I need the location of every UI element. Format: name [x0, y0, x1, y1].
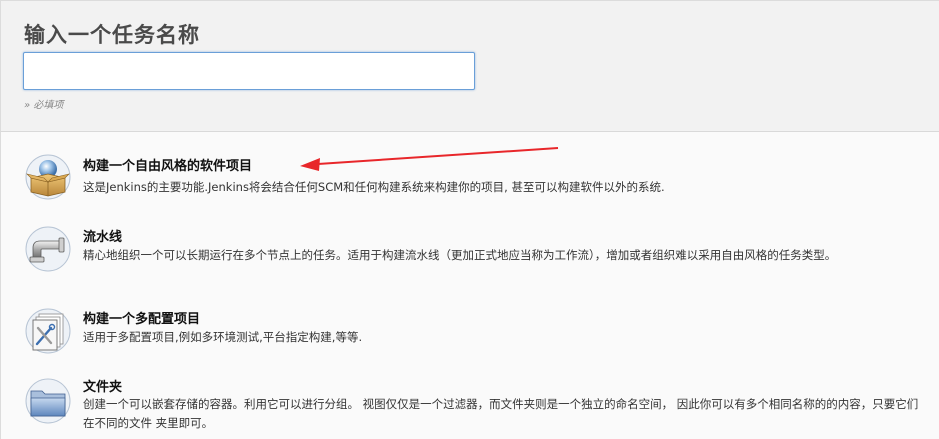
job-type-label: 流水线 — [83, 230, 123, 245]
job-type-multi-configuration[interactable]: 构建一个多配置项目 适用于多配置项目,例如多环境测试,平台指定构建,等等. — [1, 300, 939, 358]
job-type-description: 创建一个可以嵌套存储的容器。利用它可以进行分组。 视图仅仅是一个过滤器，而文件夹… — [83, 397, 919, 430]
job-type-freestyle[interactable]: 构建一个自由风格的软件项目 这是Jenkins的主要功能.Jenkins将会结合… — [1, 146, 939, 208]
job-type-label: 构建一个多配置项目 — [83, 312, 201, 327]
job-type-pipeline[interactable]: 流水线 精心地组织一个可以长期运行在多个节点上的任务。适用于构建流水线（更加正式… — [1, 218, 939, 288]
item-name-section: 输入一个任务名称 » 必填项 — [0, 0, 939, 132]
pipeline-icon — [23, 224, 73, 274]
job-type-folder[interactable]: 文件夹 创建一个可以嵌套存储的容器。利用它可以进行分组。 视图仅仅是一个过滤器，… — [1, 370, 939, 439]
job-type-label: 文件夹 — [83, 380, 123, 395]
job-type-label: 构建一个自由风格的软件项目 — [83, 159, 253, 174]
job-type-description: 精心地组织一个可以长期运行在多个节点上的任务。适用于构建流水线（更加正式地应当称… — [83, 248, 837, 262]
folder-icon — [23, 376, 73, 426]
job-type-list: 构建一个自由风格的软件项目 这是Jenkins的主要功能.Jenkins将会结合… — [0, 132, 939, 439]
multi-configuration-icon — [23, 306, 73, 356]
freestyle-project-icon — [23, 152, 73, 202]
new-item-page: 输入一个任务名称 » 必填项 构建一个自由风格的软件项目 这是Jenkins的主… — [0, 0, 939, 439]
required-hint: » 必填项 — [24, 100, 64, 111]
item-name-title: 输入一个任务名称 — [24, 23, 200, 47]
job-type-description: 这是Jenkins的主要功能.Jenkins将会结合任何SCM和任何构建系统来构… — [83, 180, 665, 194]
job-type-description: 适用于多配置项目,例如多环境测试,平台指定构建,等等. — [83, 330, 363, 344]
item-name-input[interactable] — [23, 52, 475, 90]
